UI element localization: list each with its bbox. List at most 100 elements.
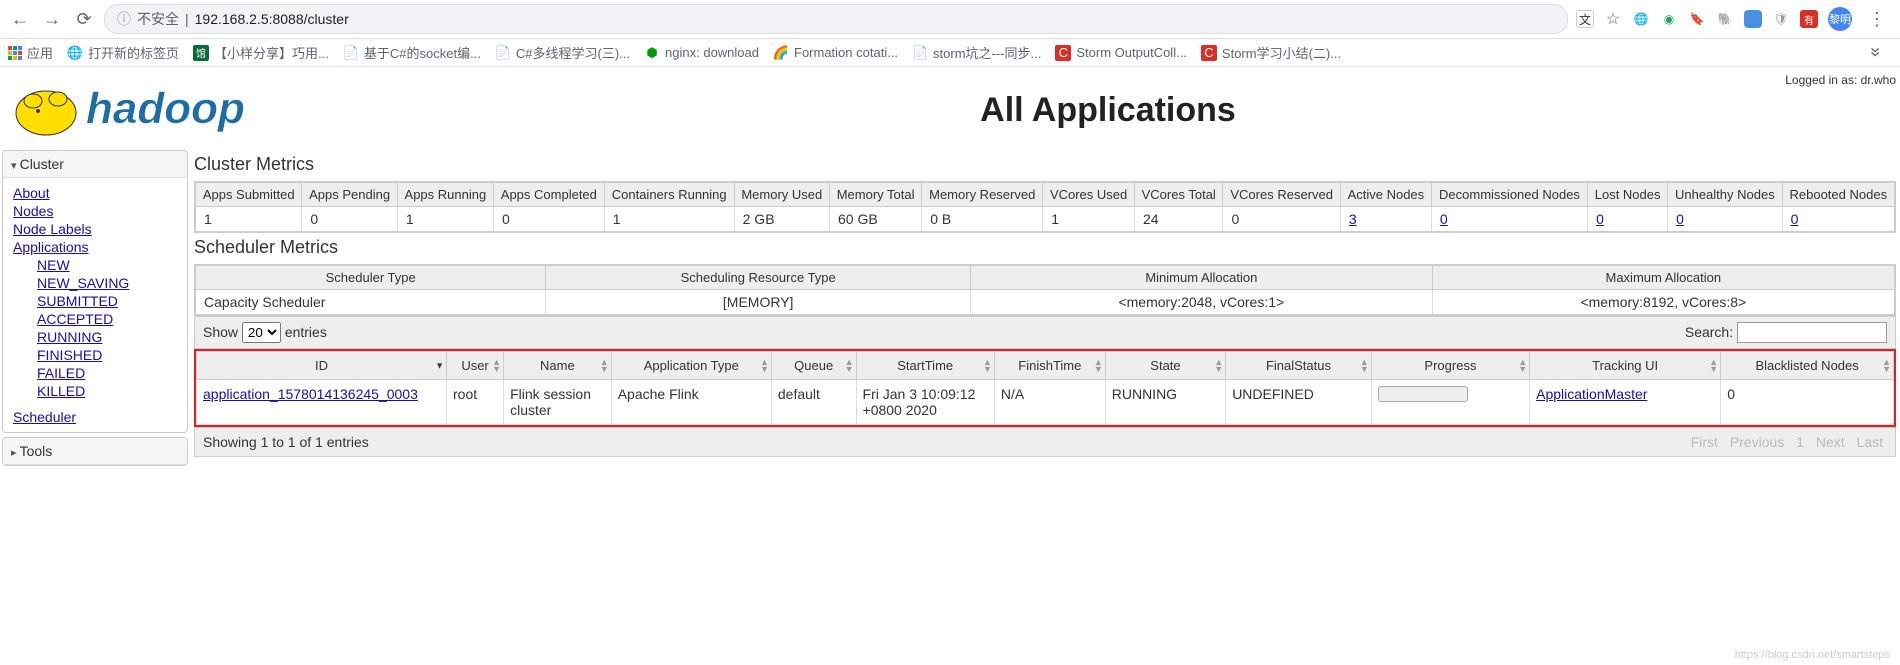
page-size-select[interactable]: 20 [242,322,281,343]
datatable-controls: Show 20 entries Search: [194,316,1896,349]
nav-state-killed[interactable]: KILLED [37,383,85,399]
nav-state-running[interactable]: RUNNING [37,329,102,345]
profile-avatar[interactable]: 黎明 [1828,7,1852,31]
cm-header: Unhealthy Nodes [1668,182,1782,207]
bookmark-item[interactable]: CStorm OutputColl... [1055,45,1187,61]
app-id-link[interactable]: application_1578014136245_0003 [203,386,418,402]
apps-header[interactable]: StartTime▲▼ [856,352,994,380]
apps-header[interactable]: User▲▼ [447,352,504,380]
nav-node-labels[interactable]: Node Labels [13,221,92,237]
sort-icon[interactable]: ▲▼ [1882,359,1891,373]
datatable-info: Showing 1 to 1 of 1 entries [203,434,369,450]
bookmark-label: storm坑之---同步... [933,43,1041,62]
apps-header[interactable]: ID▼ [197,352,447,380]
app-blacklisted: 0 [1721,380,1894,425]
sm-header: Scheduling Resource Type [546,265,971,290]
globe-ext-icon[interactable]: 🌐 [1632,10,1650,28]
bookmark-item[interactable]: ⬢nginx: download [644,45,759,61]
sort-icon[interactable]: ▼ [435,362,444,369]
browser-menu-icon[interactable]: ⋮ [1862,9,1892,30]
nav-state-new-saving[interactable]: NEW_SAVING [37,275,129,291]
reload-button[interactable]: ⟳ [72,7,96,31]
bookmark-item[interactable]: 🌐打开新的标签页 [67,43,179,62]
sort-icon[interactable]: ▲▼ [1094,359,1103,373]
bookmark-item[interactable]: 📄C#多线程学习(三)... [495,43,630,62]
tools-panel-header[interactable]: Tools [3,438,187,465]
cm-link[interactable]: 0 [1676,211,1684,227]
nav-state-accepted[interactable]: ACCEPTED [37,311,113,327]
app-queue: default [771,380,856,425]
favicon-icon: 🌈 [773,45,789,61]
cm-value: 0 [302,207,397,233]
watermark: https://blog.csdn.net/smartsteps [1735,649,1890,661]
evernote-icon[interactable]: 🐘 [1716,10,1734,28]
nav-state-finished[interactable]: FINISHED [37,347,102,363]
bookmark-item[interactable]: 📄storm坑之---同步... [912,43,1041,62]
app-state: RUNNING [1105,380,1225,425]
cm-value: 2 GB [734,207,829,233]
sort-icon[interactable]: ▲▼ [1709,359,1718,373]
cm-header: Rebooted Nodes [1782,182,1895,207]
bookmarks-overflow-icon[interactable]: » [1859,47,1892,57]
apps-header[interactable]: Tracking UI▲▼ [1530,352,1721,380]
cluster-panel-header[interactable]: Cluster [3,151,187,178]
sort-icon[interactable]: ▲▼ [1518,359,1527,373]
hadoop-logo: hadoop [0,67,316,148]
shield-icon[interactable]: 🛡 [1772,10,1790,28]
cm-link[interactable]: 0 [1791,211,1799,227]
cm-link[interactable]: 3 [1349,211,1357,227]
circle-ext-icon[interactable]: ◉ [1660,10,1678,28]
translate-icon[interactable]: 文 [1576,10,1594,28]
globe-icon: 🌐 [67,45,83,61]
sort-icon[interactable]: ▲▼ [492,359,501,373]
nav-about[interactable]: About [13,185,50,201]
pager-next[interactable]: Next [1816,434,1845,450]
nav-state-new[interactable]: NEW [37,257,70,273]
bookmark-ext-icon[interactable]: 🔖 [1688,10,1706,28]
forward-button[interactable]: → [40,7,64,31]
apps-header[interactable]: Queue▲▼ [771,352,856,380]
apps-header[interactable]: Blacklisted Nodes▲▼ [1721,352,1894,380]
apps-button[interactable]: 应用 [8,43,53,62]
pager-prev[interactable]: Previous [1730,434,1784,450]
cm-link[interactable]: 0 [1596,211,1604,227]
sort-icon[interactable]: ▲▼ [1214,359,1223,373]
nav-applications[interactable]: Applications [13,239,89,255]
bookmark-item[interactable]: 📄基于C#的socket编... [343,43,481,62]
nav-scheduler[interactable]: Scheduler [13,409,76,425]
tracking-ui-link[interactable]: ApplicationMaster [1536,386,1647,402]
nav-nodes[interactable]: Nodes [13,203,53,219]
pager-last[interactable]: Last [1857,434,1883,450]
back-button[interactable]: ← [8,7,32,31]
apps-header[interactable]: State▲▼ [1105,352,1225,380]
sort-icon[interactable]: ▲▼ [600,359,609,373]
pager-first[interactable]: First [1691,434,1718,450]
blue-ext-icon[interactable] [1744,10,1762,28]
app-type: Apache Flink [611,380,771,425]
apps-header[interactable]: Progress▲▼ [1371,352,1529,380]
address-bar[interactable]: ⓘ 不安全 | 192.168.2.5:8088/cluster [104,4,1568,34]
favicon-icon: 📄 [495,45,511,61]
cm-value: 24 [1134,207,1223,233]
star-icon[interactable]: ☆ [1604,10,1622,28]
bookmark-item[interactable]: 馆【小样分享】巧用... [193,43,329,62]
bookmark-item[interactable]: 🌈Formation cotati... [773,45,898,61]
apps-header[interactable]: Application Type▲▼ [611,352,771,380]
apps-header[interactable]: Name▲▼ [504,352,612,380]
search-input[interactable] [1737,322,1887,343]
pager-page[interactable]: 1 [1796,434,1804,450]
nav-state-submitted[interactable]: SUBMITTED [37,293,118,309]
apps-header[interactable]: FinishTime▲▼ [994,352,1105,380]
cm-link[interactable]: 0 [1440,211,1448,227]
sort-icon[interactable]: ▲▼ [983,359,992,373]
bookmark-item[interactable]: CStorm学习小结(二)... [1201,43,1341,62]
sort-icon[interactable]: ▲▼ [760,359,769,373]
show-label: Show [203,324,238,340]
cm-header: VCores Reserved [1223,182,1340,207]
nav-state-failed[interactable]: FAILED [37,365,85,381]
red-ext-icon[interactable]: 有 [1800,10,1818,28]
cm-header: Memory Reserved [922,182,1043,207]
sort-icon[interactable]: ▲▼ [845,359,854,373]
apps-header[interactable]: FinalStatus▲▼ [1226,352,1372,380]
sort-icon[interactable]: ▲▼ [1360,359,1369,373]
